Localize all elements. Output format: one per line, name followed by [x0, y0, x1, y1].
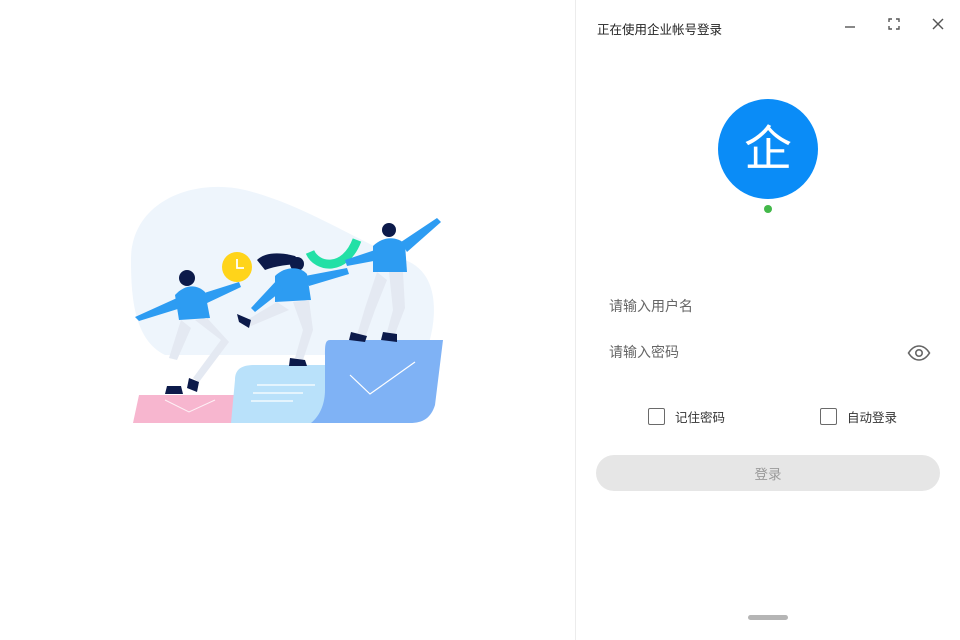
auto-login-checkbox[interactable]: 自动登录 — [820, 407, 897, 426]
remember-password-label: 记住密码 — [675, 410, 726, 425]
username-input[interactable] — [597, 290, 941, 324]
illustration-pane — [0, 0, 575, 640]
auto-login-label: 自动登录 — [847, 410, 898, 425]
minimize-icon — [845, 26, 855, 28]
enterprise-avatar: 企 — [718, 99, 818, 199]
team-running-illustration — [131, 186, 443, 423]
close-icon — [932, 18, 944, 30]
username-field-wrapper — [597, 290, 941, 324]
minimize-button[interactable] — [838, 12, 862, 36]
maximize-button[interactable] — [882, 12, 906, 36]
maximize-icon — [888, 18, 900, 30]
password-field-wrapper — [597, 336, 941, 370]
close-button[interactable] — [926, 12, 950, 36]
avatar-char: 企 — [743, 121, 792, 177]
login-panel: 正在使用企业帐号登录 企 记住密码 — [576, 0, 960, 640]
login-button[interactable]: 登录 — [596, 455, 940, 491]
auto-login-box[interactable] — [820, 408, 837, 425]
remember-password-box[interactable] — [648, 408, 665, 425]
password-input[interactable] — [597, 336, 941, 370]
bottom-handle[interactable] — [748, 615, 788, 620]
remember-password-checkbox[interactable]: 记住密码 — [648, 407, 725, 426]
window-title: 正在使用企业帐号登录 — [597, 22, 723, 37]
password-visibility-toggle[interactable] — [906, 343, 932, 363]
eye-icon — [907, 345, 931, 361]
online-status-dot — [764, 205, 772, 213]
